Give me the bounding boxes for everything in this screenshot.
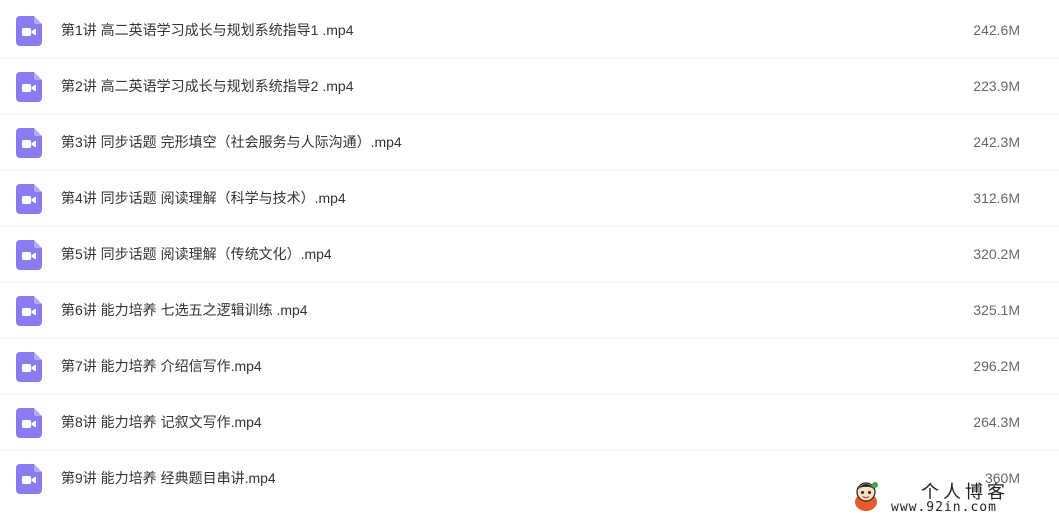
file-row[interactable]: 第1讲 高二英语学习成长与规划系统指导1 .mp4 242.6M xyxy=(0,2,1059,58)
watermark: 个人博客 www.92in.com xyxy=(851,478,1041,522)
file-row[interactable]: 第6讲 能力培养 七选五之逻辑训练 .mp4 325.1M xyxy=(0,282,1059,338)
file-size: 325.1M xyxy=(973,302,1020,318)
file-name[interactable]: 第5讲 同步话题 阅读理解（传统文化）.mp4 xyxy=(61,245,332,263)
video-file-icon xyxy=(16,72,42,102)
video-file-icon xyxy=(16,184,42,214)
file-name[interactable]: 第2讲 高二英语学习成长与规划系统指导2 .mp4 xyxy=(61,77,353,95)
file-name[interactable]: 第1讲 高二英语学习成长与规划系统指导1 .mp4 xyxy=(61,21,353,39)
file-row[interactable]: 第4讲 同步话题 阅读理解（科学与技术）.mp4 312.6M xyxy=(0,170,1059,226)
watermark-url: www.92in.com xyxy=(891,500,997,515)
file-row[interactable]: 第7讲 能力培养 介绍信写作.mp4 296.2M xyxy=(0,338,1059,394)
file-row[interactable]: 第2讲 高二英语学习成长与规划系统指导2 .mp4 223.9M xyxy=(0,58,1059,114)
video-file-icon xyxy=(16,16,42,46)
file-size: 320.2M xyxy=(973,246,1020,262)
file-row[interactable]: 第3讲 同步话题 完形填空（社会服务与人际沟通）.mp4 242.3M xyxy=(0,114,1059,170)
file-name[interactable]: 第3讲 同步话题 完形填空（社会服务与人际沟通）.mp4 xyxy=(61,133,402,151)
file-name[interactable]: 第7讲 能力培养 介绍信写作.mp4 xyxy=(61,357,262,375)
file-list: 第1讲 高二英语学习成长与规划系统指导1 .mp4 242.6M 第2讲 高二英… xyxy=(0,2,1059,506)
video-file-icon xyxy=(16,296,42,326)
video-file-icon xyxy=(16,464,42,494)
video-file-icon xyxy=(16,128,42,158)
file-size: 264.3M xyxy=(973,414,1020,430)
file-name[interactable]: 第6讲 能力培养 七选五之逻辑训练 .mp4 xyxy=(61,301,308,319)
file-size: 312.6M xyxy=(973,190,1020,206)
file-size: 242.3M xyxy=(973,134,1020,150)
file-size: 223.9M xyxy=(973,78,1020,94)
video-file-icon xyxy=(16,408,42,438)
file-name[interactable]: 第4讲 同步话题 阅读理解（科学与技术）.mp4 xyxy=(61,189,346,207)
file-size: 242.6M xyxy=(973,22,1020,38)
file-name[interactable]: 第8讲 能力培养 记叙文写作.mp4 xyxy=(61,413,262,431)
file-row[interactable]: 第8讲 能力培养 记叙文写作.mp4 264.3M xyxy=(0,394,1059,450)
file-name[interactable]: 第9讲 能力培养 经典题目串讲.mp4 xyxy=(61,469,276,487)
video-file-icon xyxy=(16,240,42,270)
file-row[interactable]: 第5讲 同步话题 阅读理解（传统文化）.mp4 320.2M xyxy=(0,226,1059,282)
mascot-logo xyxy=(851,480,881,512)
file-size: 296.2M xyxy=(973,358,1020,374)
video-file-icon xyxy=(16,352,42,382)
